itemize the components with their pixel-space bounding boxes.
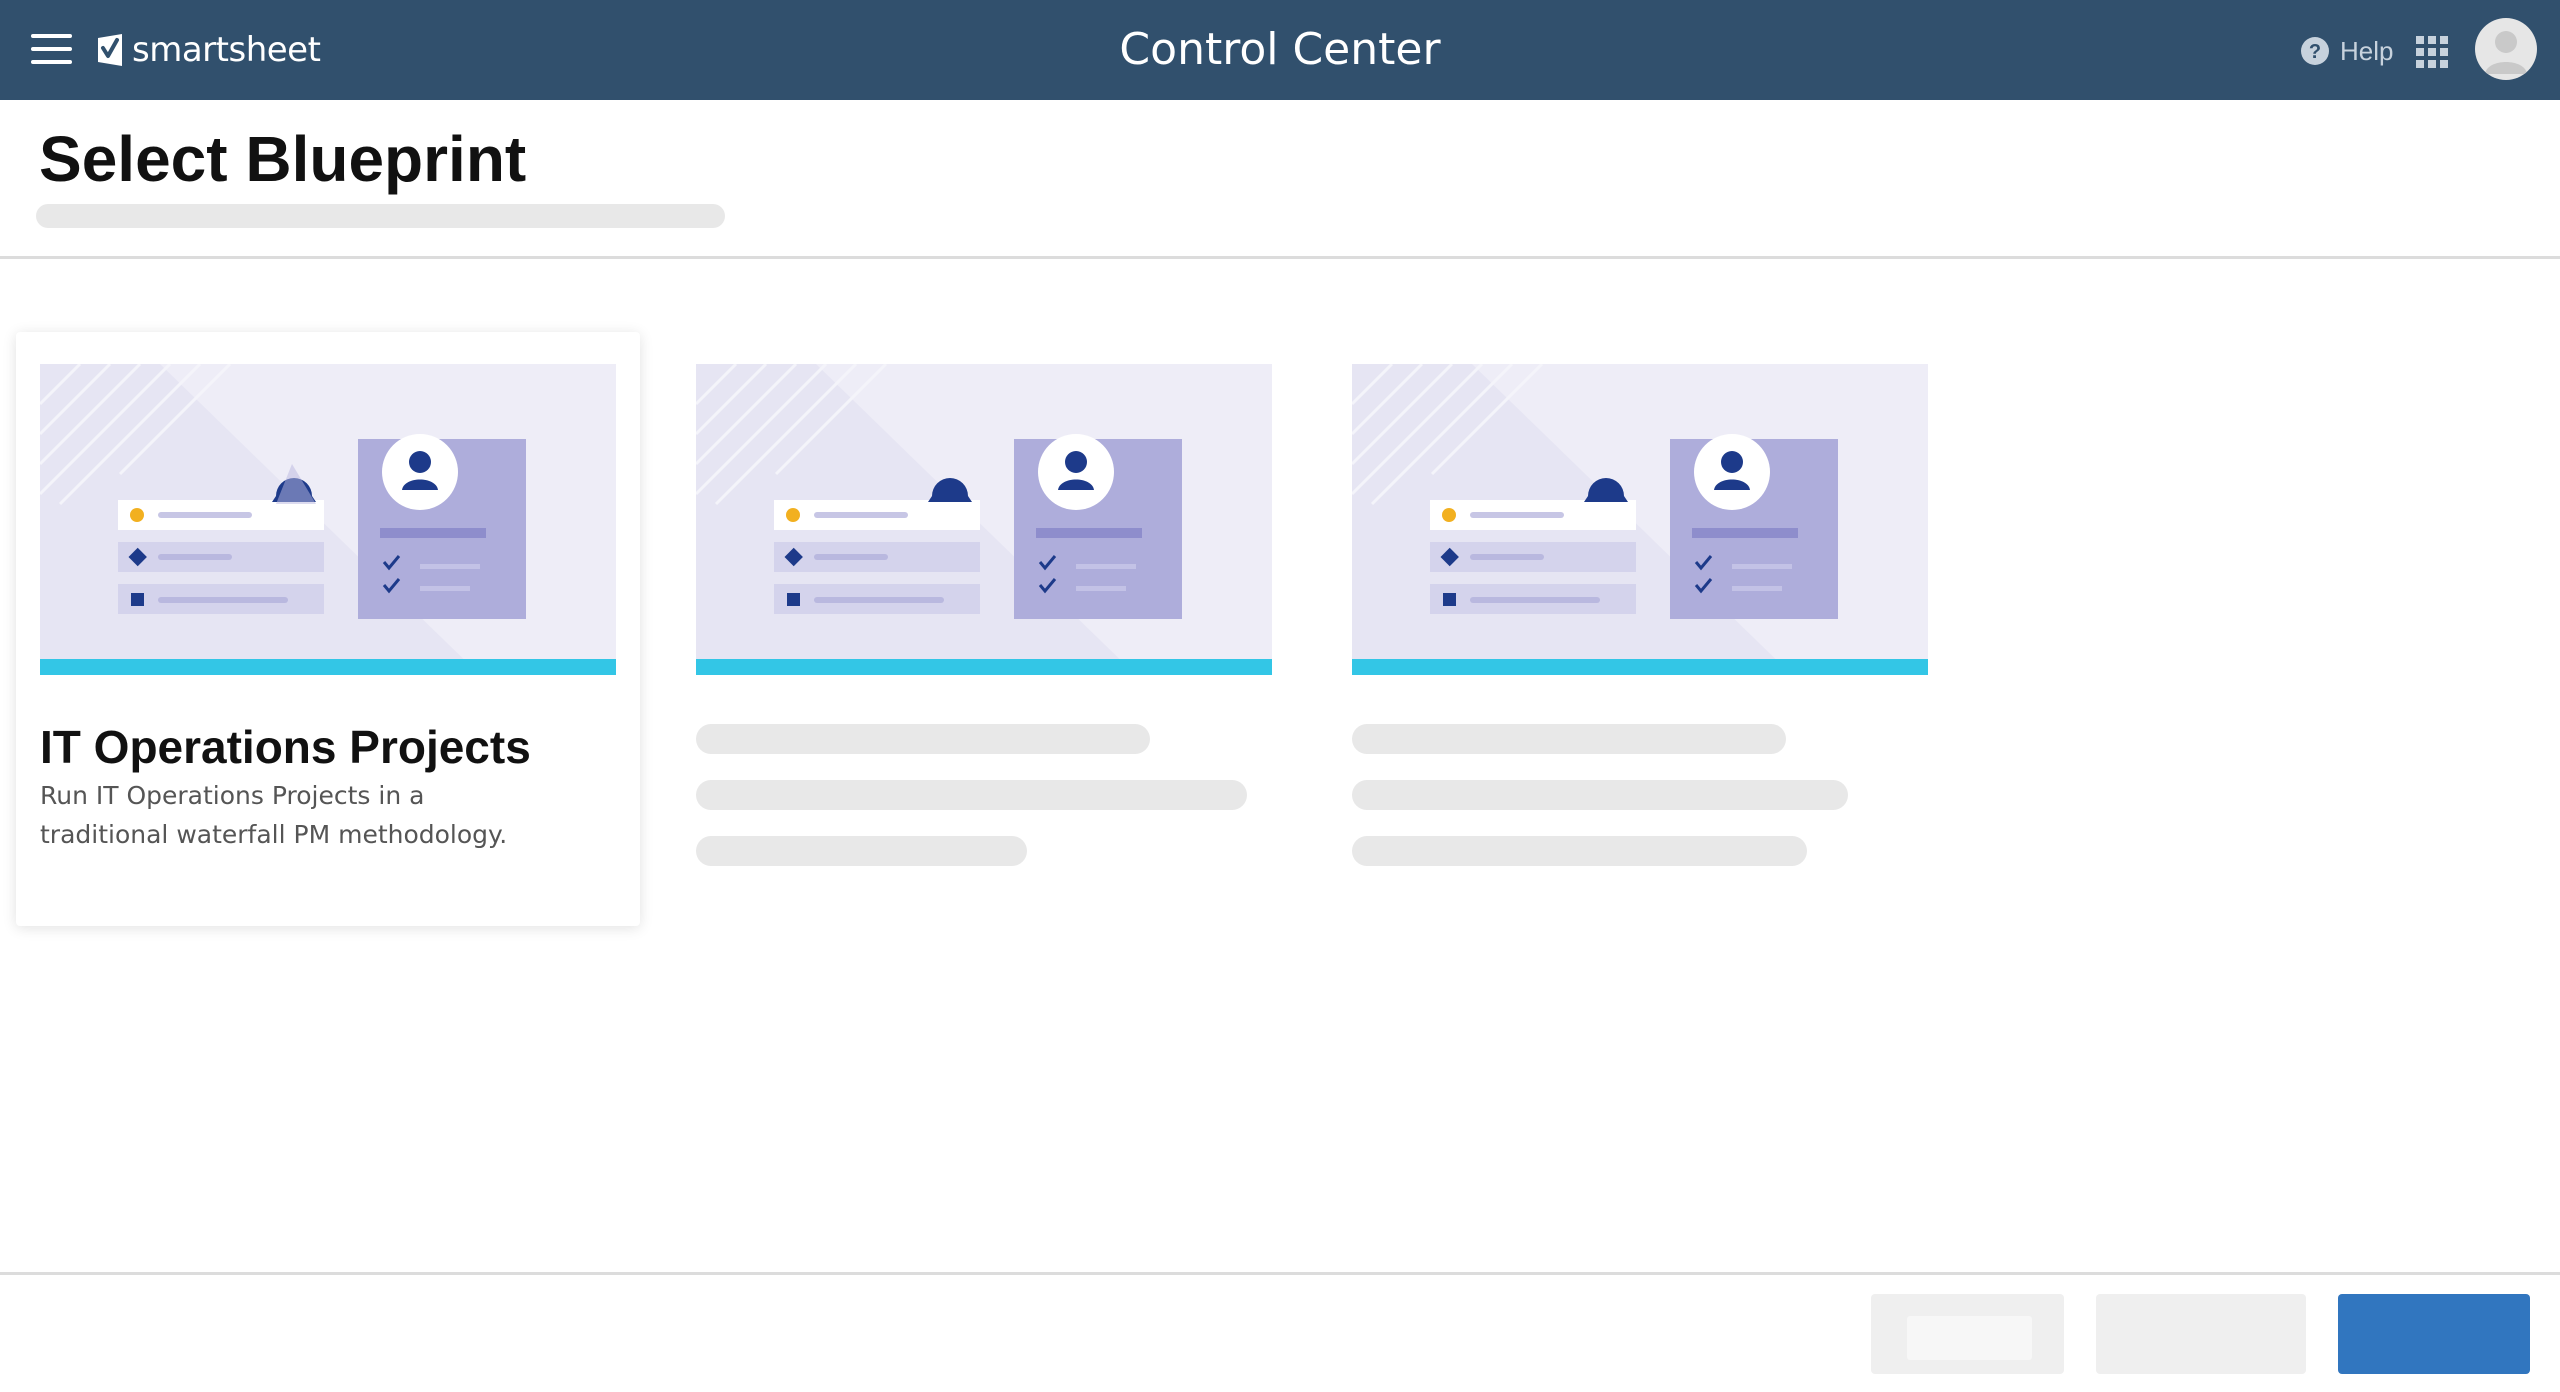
button-label-placeholder (1907, 1316, 2032, 1360)
blueprint-thumbnail[interactable] (1352, 364, 1928, 675)
blueprint-title: IT Operations Projects (40, 721, 531, 773)
page-title: Select Blueprint (39, 123, 527, 195)
app-launcher-icon[interactable] (2416, 36, 2448, 68)
blueprint-illustration (40, 364, 526, 675)
description-loading-placeholder (1352, 780, 1848, 810)
logo-text: smartsheet (132, 30, 321, 70)
next-button[interactable] (2338, 1294, 2530, 1374)
user-avatar[interactable] (2475, 18, 2537, 80)
menu-icon[interactable] (31, 34, 72, 64)
blueprint-thumbnail[interactable] (696, 364, 1272, 675)
blueprint-thumbnail (40, 364, 616, 675)
back-button[interactable] (1871, 1294, 2064, 1374)
description-loading-placeholder (696, 780, 1247, 810)
help-label: Help (2340, 35, 2394, 66)
category-accent-bar (40, 659, 616, 675)
user-avatar-icon (2485, 31, 2527, 74)
category-accent-bar (1352, 659, 1928, 675)
smartsheet-logo[interactable]: smartsheet (96, 28, 321, 72)
subtitle-loading-placeholder (36, 204, 725, 228)
header-divider (0, 256, 2560, 259)
blueprint-illustration (696, 364, 1182, 675)
blueprint-description: Run IT Operations Projects in a traditio… (40, 781, 508, 849)
cancel-button[interactable] (2096, 1294, 2306, 1374)
help-icon: ? (2301, 37, 2329, 65)
blueprint-illustration (1352, 364, 1838, 675)
title-loading-placeholder (1352, 724, 1786, 754)
footer-divider (0, 1272, 2560, 1275)
description-loading-placeholder (696, 836, 1027, 866)
title-loading-placeholder (696, 724, 1150, 754)
help-link[interactable]: ? Help (2300, 34, 2393, 68)
smartsheet-logo-icon (98, 34, 122, 66)
app-title: Control Center (1119, 24, 1441, 75)
category-accent-bar (696, 659, 1272, 675)
svg-text:?: ? (2309, 41, 2321, 63)
description-loading-placeholder (1352, 836, 1807, 866)
top-navigation-bar: smartsheet Control Center ? Help (0, 0, 2560, 100)
